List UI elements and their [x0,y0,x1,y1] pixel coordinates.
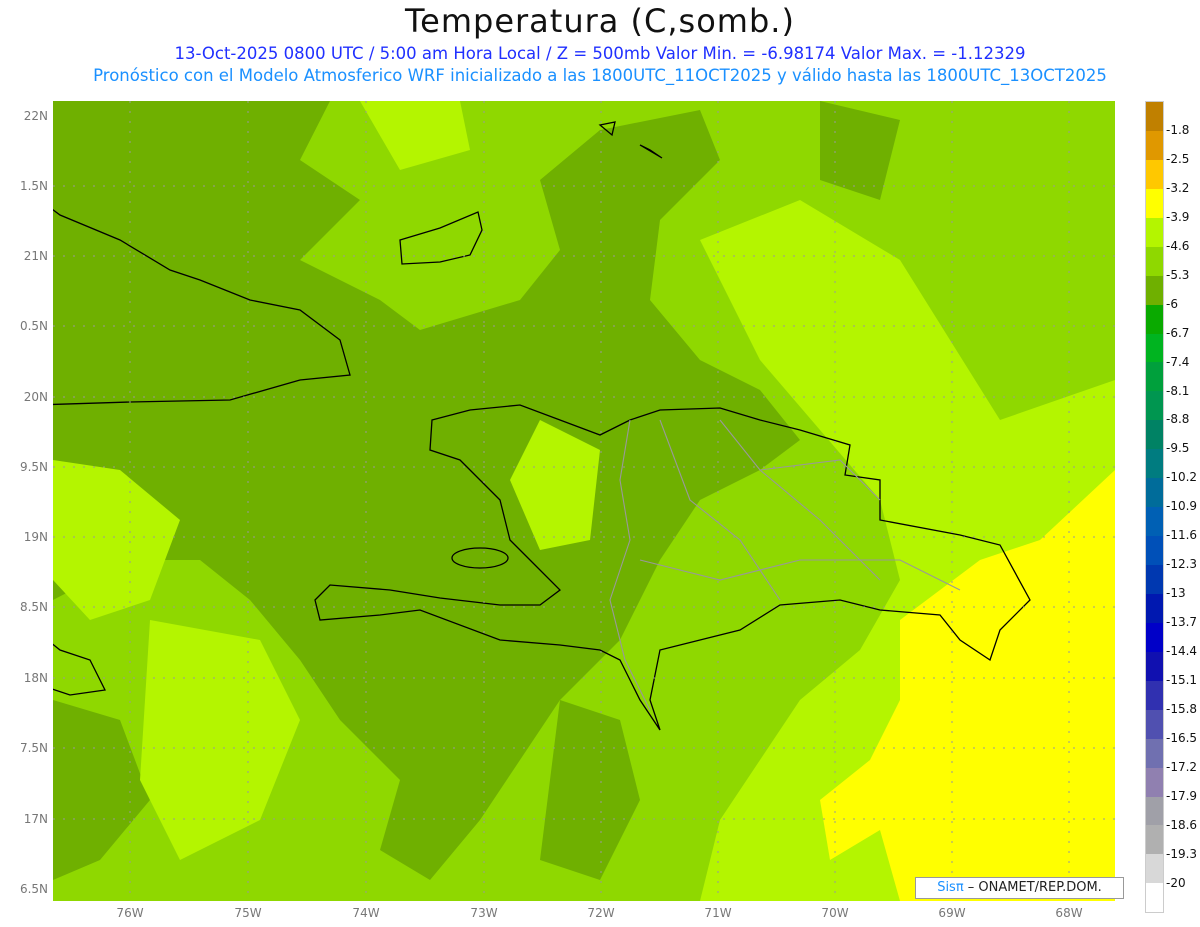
colorbar-segment [1146,825,1163,855]
y-tick-label: 21N [23,249,48,263]
colorbar-segment [1146,738,1163,768]
credit-text: – ONAMET/REP.DOM. [963,880,1102,895]
colorbar-segment [1146,420,1163,450]
colorbar-label: -1.8 [1166,122,1190,137]
y-tick-label: 0.5N [19,319,48,333]
colorbar-segment [1146,767,1163,797]
colorbar-segment [1146,130,1163,160]
colorbar-label: -18.6 [1166,817,1198,832]
colorbar-segment [1146,507,1163,537]
x-tick-label: 68W [1055,906,1083,920]
y-tick-label: 8.5N [19,600,48,614]
colorbar-label: -11.6 [1166,528,1198,543]
colorbar-segment [1146,246,1163,276]
y-tick-label: 20N [23,390,48,404]
colorbar-segment [1146,304,1163,334]
x-tick-label: 71W [704,906,732,920]
subtitle-model-info: Pronóstico con el Modelo Atmosferico WRF… [93,66,1107,85]
colorbar-label: -10.2 [1166,470,1198,485]
colorbar-segment [1146,622,1163,652]
colorbar-label: -5.3 [1166,267,1190,282]
colorbar-segment [1146,651,1163,681]
colorbar-segment [1146,275,1163,305]
colorbar-segment [1146,536,1163,565]
colorbar-label: -17.2 [1166,759,1198,774]
colorbar-segment [1146,565,1163,594]
colorbar-segment [1146,333,1163,363]
y-tick-label: 18N [23,671,48,685]
colorbar-label: -3.2 [1166,180,1190,195]
colorbar-label: -6.7 [1166,325,1190,340]
colorbar-segment [1146,449,1163,479]
colorbar-label: -3.9 [1166,209,1190,224]
x-tick-label: 75W [234,906,262,920]
colorbar-segment [1146,680,1163,710]
colorbar-label: -9.5 [1166,441,1190,456]
colorbar-label: -14.4 [1166,644,1198,659]
credit-box: Sisπ – ONAMET/REP.DOM. [915,877,1124,899]
y-tick-label: 7.5N [19,741,48,755]
colorbar-label: -17.9 [1166,788,1198,803]
colorbar-segment [1146,217,1163,247]
colorbar-label: -13 [1166,586,1186,601]
colorbar-label: -8.8 [1166,412,1190,427]
x-tick-label: 76W [116,906,144,920]
colorbar-segment [1146,883,1163,913]
colorbar-label: -6 [1166,296,1178,311]
y-tick-label: 19N [23,530,48,544]
colorbar-label: -16.5 [1166,730,1198,745]
x-tick-label: 72W [587,906,615,920]
colorbar [1145,101,1164,914]
colorbar-segment [1146,391,1163,421]
y-tick-label: 6.5N [19,882,48,896]
y-tick-label: 17N [23,812,48,826]
x-tick-label: 70W [821,906,849,920]
colorbar-segment [1146,854,1163,884]
subtitle-date-values: 13-Oct-2025 0800 UTC / 5:00 am Hora Loca… [174,44,1026,63]
colorbar-label: -13.7 [1166,615,1198,630]
temperature-map [53,101,1115,901]
colorbar-segment [1146,478,1163,508]
colorbar-segment [1146,102,1163,131]
colorbar-segment [1146,188,1163,218]
y-tick-label: 22N [23,109,48,123]
colorbar-label: -10.9 [1166,499,1198,514]
colorbar-label: -15.1 [1166,673,1198,687]
colorbar-label: -4.6 [1166,238,1190,253]
colorbar-label: -20 [1166,875,1186,890]
x-tick-label: 73W [470,906,498,920]
colorbar-segment [1146,159,1163,189]
colorbar-segment [1146,796,1163,826]
colorbar-label: -15.8 [1166,701,1198,716]
y-tick-label: 9.5N [19,460,48,474]
colorbar-label: -8.1 [1166,383,1190,398]
x-tick-label: 69W [938,906,966,920]
colorbar-segment [1146,593,1163,623]
y-tick-label: 1.5N [19,179,48,193]
x-tick-label: 74W [352,906,380,920]
chart-title: Temperatura (C,somb.) [405,2,795,40]
credit-brand: Sisπ [937,880,964,895]
colorbar-label: -12.3 [1166,557,1198,572]
colorbar-label: -7.4 [1166,354,1190,369]
colorbar-label: -2.5 [1166,151,1190,166]
colorbar-label: -19.3 [1166,846,1198,861]
colorbar-segment [1146,709,1163,739]
colorbar-segment [1146,362,1163,392]
